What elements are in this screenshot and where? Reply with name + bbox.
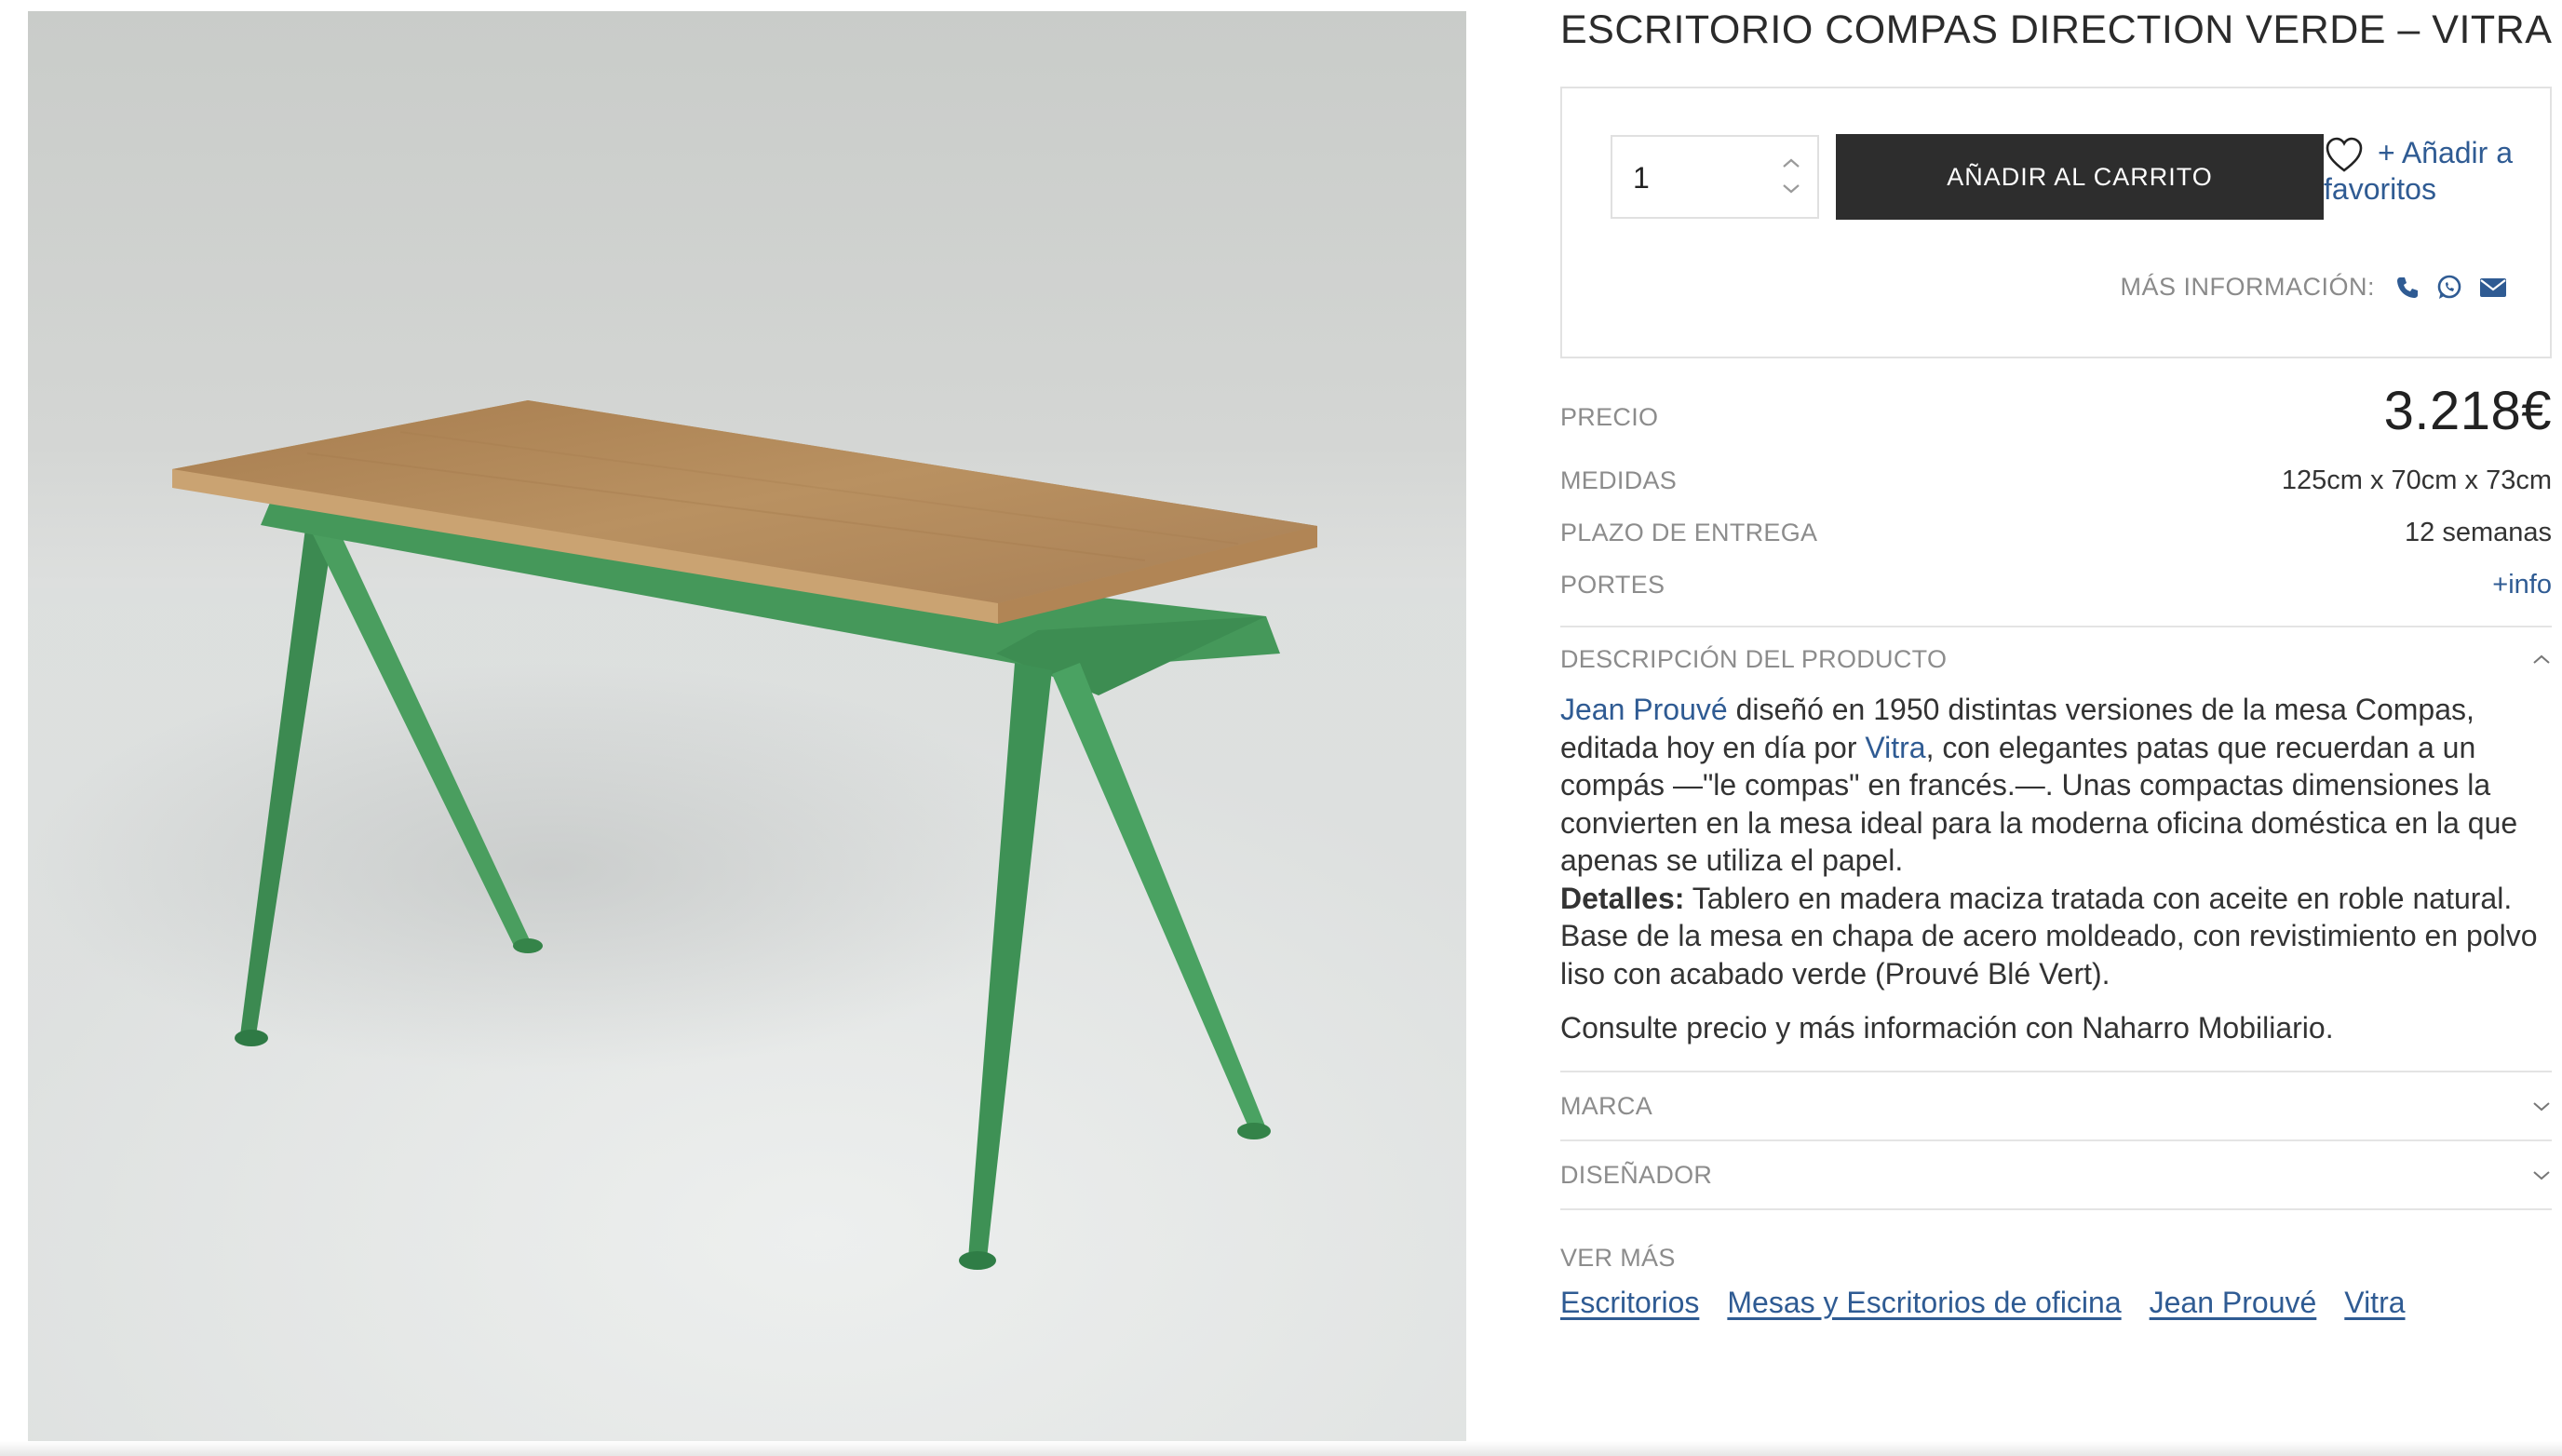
- more-info-contact: MÁS INFORMACIÓN:: [2120, 273, 2507, 302]
- divider: [1560, 1071, 2552, 1072]
- product-description: Jean Prouvé diseñó en 1950 distintas ver…: [1560, 691, 2552, 1047]
- brand-heading: MARCA: [1560, 1091, 1653, 1120]
- dimensions-value: 125cm x 70cm x 73cm: [2281, 465, 2552, 495]
- tag-link[interactable]: Mesas y Escritorios de oficina: [1727, 1286, 2121, 1320]
- shipping-label: PORTES: [1560, 571, 1665, 599]
- product-title: ESCRITORIO COMPAS DIRECTION VERDE – VITR…: [1560, 7, 2553, 52]
- designer-accordion-header[interactable]: DISEÑADOR: [1560, 1154, 2552, 1195]
- description-heading: DESCRIPCIÓN DEL PRODUCTO: [1560, 644, 1948, 673]
- delivery-value: 12 semanas: [2405, 518, 2552, 547]
- delivery-row: PLAZO DE ENTREGA 12 semanas: [1560, 518, 2552, 548]
- price-row: PRECIO 3.218€: [1560, 380, 2552, 442]
- divider: [1560, 626, 2552, 627]
- brand-link[interactable]: Vitra: [1865, 731, 1925, 764]
- tag-link[interactable]: Escritorios: [1560, 1286, 1699, 1320]
- purchase-box: 1 AÑADIR AL CARRITO + Añadir a favoritos…: [1560, 87, 2552, 358]
- quantity-value: 1: [1633, 161, 1650, 195]
- details-text: Tablero en madera maciza tratada con ace…: [1560, 881, 2538, 991]
- related-tags: Escritorios Mesas y Escritorios de ofici…: [1560, 1286, 2406, 1320]
- heart-icon: [2326, 137, 2363, 172]
- dimensions-label: MEDIDAS: [1560, 466, 1678, 494]
- product-image[interactable]: [28, 11, 1466, 1449]
- envelope-icon[interactable]: [2479, 276, 2507, 299]
- price-label: PRECIO: [1560, 403, 1659, 431]
- consult-text: Consulte precio y más información con Na…: [1560, 1011, 2334, 1045]
- more-info-label: MÁS INFORMACIÓN:: [2120, 273, 2375, 301]
- phone-icon[interactable]: [2395, 276, 2420, 300]
- add-to-cart-button[interactable]: AÑADIR AL CARRITO: [1836, 134, 2324, 220]
- price-value: 3.218€: [2383, 381, 2552, 441]
- divider: [1560, 1208, 2552, 1210]
- quantity-stepper[interactable]: 1: [1611, 135, 1819, 219]
- details-paragraph: Detalles: Tablero en madera maciza trata…: [1560, 880, 2552, 993]
- brand-accordion-header[interactable]: MARCA: [1560, 1085, 2552, 1126]
- add-to-favorites-link[interactable]: + Añadir a favoritos: [2324, 135, 2552, 208]
- desk-photo: [28, 11, 1466, 1449]
- product-info-panel: ESCRITORIO COMPAS DIRECTION VERDE – VITR…: [1560, 0, 2552, 1456]
- chevron-up-down-icon: [1783, 158, 1800, 194]
- description-paragraph: Jean Prouvé diseñó en 1950 distintas ver…: [1560, 691, 2552, 880]
- chevron-down-icon: [2533, 1102, 2550, 1112]
- shipping-info-link[interactable]: +info: [2492, 570, 2552, 600]
- dimensions-row: MEDIDAS 125cm x 70cm x 73cm: [1560, 465, 2552, 496]
- page-bottom-edge: [0, 1441, 2562, 1456]
- designer-link[interactable]: Jean Prouvé: [1560, 693, 1728, 726]
- chevron-up-icon: [2533, 654, 2550, 664]
- shipping-row: PORTES +info: [1560, 570, 2552, 600]
- designer-heading: DISEÑADOR: [1560, 1160, 1713, 1189]
- details-label: Detalles:: [1560, 881, 1685, 915]
- chevron-down-icon: [2533, 1171, 2550, 1180]
- see-more-label: VER MÁS: [1560, 1244, 1676, 1272]
- whatsapp-icon[interactable]: [2436, 275, 2462, 301]
- tag-link[interactable]: Jean Prouvé: [2150, 1286, 2317, 1320]
- description-accordion-header[interactable]: DESCRIPCIÓN DEL PRODUCTO: [1560, 640, 2552, 678]
- stepper-arrows[interactable]: [1780, 154, 1802, 200]
- divider: [1560, 1139, 2552, 1141]
- delivery-label: PLAZO DE ENTREGA: [1560, 519, 1818, 546]
- tag-link[interactable]: Vitra: [2344, 1286, 2405, 1320]
